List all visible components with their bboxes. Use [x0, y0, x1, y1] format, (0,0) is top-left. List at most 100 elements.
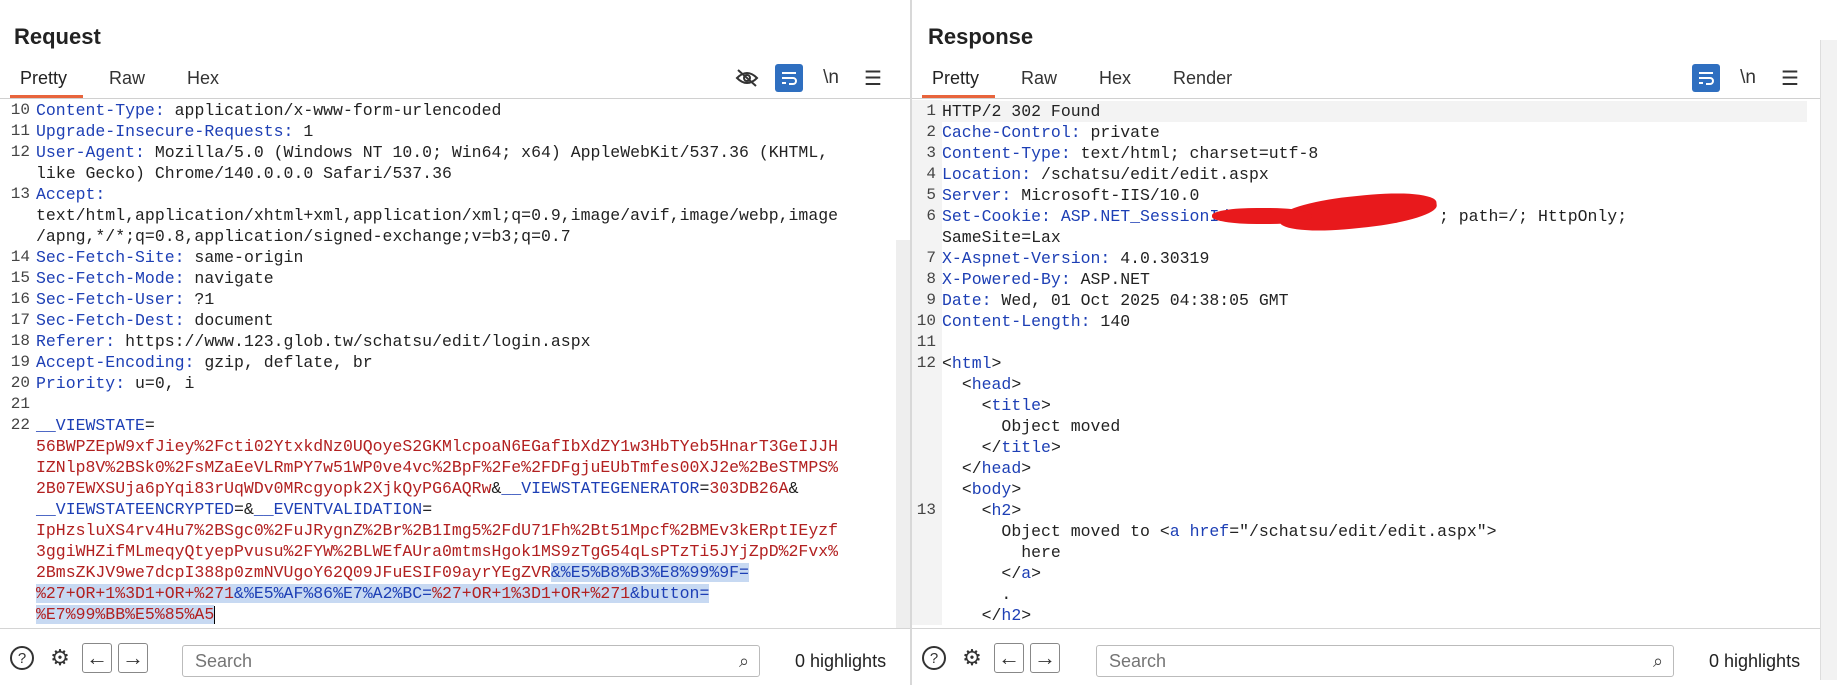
- menu-icon[interactable]: ☰: [859, 64, 887, 92]
- header-line: 11: [912, 332, 1807, 353]
- header-value: document: [184, 311, 274, 330]
- line-number: 16: [10, 290, 30, 308]
- response-editor[interactable]: 1 HTTP/2 302 Found 2 Cache-Control: privat…: [912, 101, 1807, 626]
- help-icon[interactable]: ?: [6, 642, 38, 674]
- header-value: Microsoft-IIS/10.0: [1011, 186, 1200, 205]
- header-name: Sec-Fetch-Mode:: [36, 269, 185, 288]
- response-tab-pretty[interactable]: Pretty: [922, 66, 996, 98]
- menu-icon[interactable]: ☰: [1776, 64, 1804, 92]
- line-number: 4: [926, 165, 936, 183]
- hide-nonprintable-icon[interactable]: [733, 64, 761, 92]
- header-line: text/html,application/xhtml+xml,applicat…: [0, 205, 895, 226]
- line-number: [0, 205, 36, 226]
- back-arrow-icon[interactable]: ←: [82, 642, 112, 673]
- header-line: 10 Content-Type: application/x-www-form-u…: [0, 100, 895, 121]
- back-arrow-icon[interactable]: ←: [994, 642, 1024, 673]
- request-toolbar: \n ☰: [733, 64, 887, 92]
- request-highlights-count: 0 highlights: [795, 651, 887, 671]
- line-number: 10: [916, 312, 936, 330]
- request-pane: Request Pretty Raw Hex \n ☰ 10 Content-Ty…: [0, 0, 911, 686]
- line-number: 19: [10, 353, 30, 371]
- request-tab-hex[interactable]: Hex: [177, 66, 229, 96]
- header-name: Content-Type:: [36, 101, 165, 120]
- header-value: gzip, deflate, br: [194, 353, 373, 372]
- request-scrollbar[interactable]: [896, 240, 910, 628]
- line-number: 10: [10, 101, 30, 119]
- request-search-input[interactable]: [183, 649, 729, 673]
- header-line: 21: [0, 394, 895, 415]
- header-line: 13 Accept:: [0, 184, 895, 205]
- header-line: 9 Date: Wed, 01 Oct 2025 04:38:05 GMT: [912, 290, 1807, 311]
- header-name: Content-Length:: [942, 312, 1091, 331]
- response-tab-raw[interactable]: Raw: [1011, 66, 1067, 96]
- forward-arrow-icon[interactable]: →: [1030, 642, 1060, 673]
- line-number: 9: [926, 291, 936, 309]
- header-value: like Gecko) Chrome/140.0.0.0 Safari/537.…: [36, 164, 452, 183]
- line-number: 5: [926, 186, 936, 204]
- line-number: 21: [10, 395, 30, 413]
- line-number: 2: [926, 123, 936, 141]
- response-toolbar: \n ☰: [1692, 64, 1804, 92]
- response-scrollbar[interactable]: [1820, 40, 1837, 680]
- header-value: text/html,application/xhtml+xml,applicat…: [36, 206, 839, 225]
- header-line: 20 Priority: u=0, i: [0, 373, 895, 394]
- header-name: Accept:: [36, 185, 106, 204]
- header-value: application/x-www-form-urlencoded: [164, 101, 502, 120]
- response-search-box: ⌕: [1096, 645, 1674, 677]
- response-title: Response: [928, 24, 1034, 49]
- request-body-line: 22 __VIEWSTATE=: [10, 416, 155, 435]
- header-value: Mozilla/5.0 (Windows NT 10.0; Win64; x64…: [144, 143, 829, 162]
- header-name: Location:: [942, 165, 1032, 184]
- header-value: navigate: [184, 269, 274, 288]
- header-line: 12 User-Agent: Mozilla/5.0 (Windows NT 10…: [0, 142, 895, 163]
- header-value: /schatsu/edit/edit.aspx: [1031, 165, 1269, 184]
- header-line: 2 Cache-Control: private: [912, 122, 1807, 143]
- request-editor[interactable]: 10 Content-Type: application/x-www-form-u…: [0, 100, 895, 625]
- search-icon: ⌕: [1652, 650, 1664, 671]
- header-value: u=0, i: [125, 374, 195, 393]
- help-icon[interactable]: ?: [918, 642, 950, 674]
- line-number: [0, 226, 36, 247]
- text-cursor: [214, 605, 216, 624]
- header-line: 3 Content-Type: text/html; charset=utf-8: [912, 143, 1807, 164]
- status-line: HTTP/2 302 Found: [942, 102, 1101, 121]
- redaction-mark: [1212, 208, 1312, 224]
- newline-icon[interactable]: \n: [817, 64, 845, 92]
- settings-gear-icon[interactable]: ⚙: [44, 642, 76, 674]
- header-name: User-Agent:: [36, 143, 145, 162]
- line-number: 11: [10, 122, 30, 140]
- header-line: /apng,*/*;q=0.8,application/signed-excha…: [0, 226, 895, 247]
- header-value: Wed, 01 Oct 2025 04:38:05 GMT: [991, 291, 1289, 310]
- settings-gear-icon[interactable]: ⚙: [956, 642, 988, 674]
- wrap-lines-icon[interactable]: [775, 64, 803, 92]
- header-line: 14 Sec-Fetch-Site: same-origin: [0, 247, 895, 268]
- response-pane: Response Pretty Raw Hex Render \n ☰ 1 HTT…: [912, 0, 1837, 686]
- header-name: X-Powered-By:: [942, 270, 1071, 289]
- request-tab-raw[interactable]: Raw: [99, 66, 155, 96]
- forward-arrow-icon[interactable]: →: [118, 642, 148, 673]
- request-tabs: Pretty Raw Hex: [10, 66, 251, 98]
- header-value: text/html; charset=utf-8: [1070, 144, 1319, 163]
- response-tab-render[interactable]: Render: [1163, 66, 1242, 96]
- svg-text:?: ?: [18, 650, 26, 667]
- header-line: 7 X-Aspnet-Version: 4.0.30319: [912, 248, 1807, 269]
- request-tab-pretty[interactable]: Pretty: [10, 66, 84, 98]
- eventvalidation-value: IpHzsluXS4rv4Hu7%2BSgc0%2FuJRygnZ%2Br%2B…: [36, 521, 839, 540]
- header-line: 11 Upgrade-Insecure-Requests: 1: [0, 121, 895, 142]
- header-name: X-Aspnet-Version:: [942, 249, 1111, 268]
- response-tab-hex[interactable]: Hex: [1089, 66, 1141, 96]
- header-value: 1: [293, 122, 314, 141]
- header-value: 4.0.30319: [1110, 249, 1210, 268]
- line-number: 17: [10, 311, 30, 329]
- header-line: 8 X-Powered-By: ASP.NET: [912, 269, 1807, 290]
- line-number: 14: [10, 248, 30, 266]
- header-line: 10 Content-Length: 140: [912, 311, 1807, 332]
- line-number: 12: [10, 143, 30, 161]
- header-name: Upgrade-Insecure-Requests:: [36, 122, 294, 141]
- viewstate-value: 56BWPZEpW9xfJiey%2Fcti02YtxkdNz0UQoyeS2G…: [36, 437, 839, 456]
- response-search-input[interactable]: [1097, 649, 1643, 673]
- line-number: 20: [10, 374, 30, 392]
- header-value: same-origin: [184, 248, 304, 267]
- wrap-lines-icon[interactable]: [1692, 64, 1720, 92]
- newline-icon[interactable]: \n: [1734, 64, 1762, 92]
